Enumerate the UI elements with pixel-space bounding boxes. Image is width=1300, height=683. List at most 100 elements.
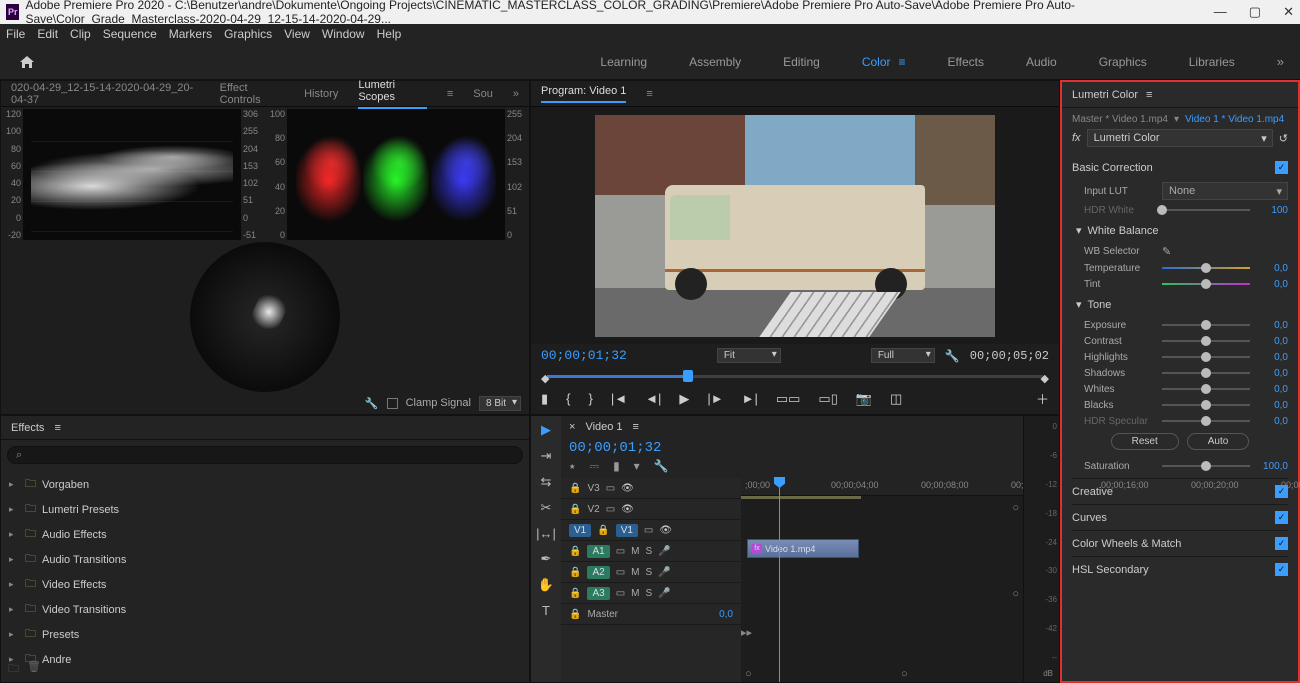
preset-folder[interactable]: ▸🗀Vorgaben bbox=[9, 472, 521, 497]
ws-effects[interactable]: Effects bbox=[948, 55, 984, 69]
curves-section[interactable]: Curves bbox=[1072, 512, 1107, 524]
tint-slider[interactable] bbox=[1162, 278, 1250, 290]
ws-color-menu-icon[interactable]: ≡ bbox=[899, 55, 906, 69]
work-area[interactable] bbox=[741, 496, 861, 499]
eye-icon[interactable]: 👁 bbox=[621, 504, 634, 515]
ws-graphics[interactable]: Graphics bbox=[1099, 55, 1147, 69]
in-icon[interactable]: { bbox=[566, 391, 570, 406]
ws-editing[interactable]: Editing bbox=[783, 55, 820, 69]
lock-icon[interactable]: 🔒 bbox=[569, 483, 581, 494]
sequence-tab[interactable]: Video 1 bbox=[585, 421, 622, 433]
hsl-section[interactable]: HSL Secondary bbox=[1072, 564, 1149, 576]
saturation-slider[interactable] bbox=[1162, 460, 1250, 472]
preset-folder[interactable]: ▸🗀Lumetri Presets bbox=[9, 497, 521, 522]
program-viewer[interactable] bbox=[595, 115, 995, 337]
track-v2[interactable]: 🔒V2▭👁 bbox=[561, 499, 741, 520]
input-lut-select[interactable]: None bbox=[1162, 182, 1288, 200]
lift-icon[interactable]: ▭▭ bbox=[776, 391, 801, 407]
type-tool-icon[interactable]: T bbox=[542, 603, 550, 618]
track-v1[interactable]: V1🔒V1▭👁 bbox=[561, 520, 741, 541]
contrast-value[interactable]: 0,0 bbox=[1258, 336, 1288, 347]
new-bin-icon[interactable]: 🗀 bbox=[8, 660, 19, 679]
twirl-icon[interactable]: ▾ bbox=[1076, 224, 1082, 237]
snap-icon[interactable]: ⭑ bbox=[569, 459, 575, 474]
tab-sou[interactable]: Sou bbox=[473, 88, 493, 100]
master-clip[interactable]: Master * Video 1.mp4 bbox=[1072, 114, 1168, 125]
reset-button[interactable]: Reset bbox=[1111, 433, 1179, 450]
compare-icon[interactable]: ◫ bbox=[890, 391, 902, 407]
marker-icon[interactable]: ▮ bbox=[541, 391, 548, 407]
zoom-handle[interactable]: ○ bbox=[901, 668, 908, 680]
track-v3[interactable]: 🔒V3▭👁 bbox=[561, 478, 741, 499]
preset-folder[interactable]: ▸🗀Andre bbox=[9, 647, 521, 672]
wrench-icon[interactable]: 🔧 bbox=[654, 459, 669, 474]
twirl-icon[interactable]: ▾ bbox=[1076, 298, 1082, 311]
tab-close-icon[interactable]: × bbox=[569, 421, 575, 433]
exposure-slider[interactable] bbox=[1162, 319, 1250, 331]
ws-assembly[interactable]: Assembly bbox=[689, 55, 741, 69]
menu-view[interactable]: View bbox=[284, 27, 310, 41]
home-icon[interactable] bbox=[16, 53, 38, 71]
minimize-button[interactable]: — bbox=[1214, 4, 1227, 20]
contrast-slider[interactable] bbox=[1162, 335, 1250, 347]
track-select-tool-icon[interactable]: ⇥ bbox=[541, 448, 552, 464]
ws-color[interactable]: Color bbox=[862, 55, 891, 69]
pen-tool-icon[interactable]: ✒ bbox=[541, 551, 552, 567]
settings-icon[interactable]: ▾ bbox=[634, 459, 640, 474]
lock-icon[interactable]: 🔒 bbox=[569, 546, 581, 557]
track-a2[interactable]: 🔒A2▭MS🎤 bbox=[561, 562, 741, 583]
blacks-value[interactable]: 0,0 bbox=[1258, 400, 1288, 411]
sync-icon[interactable]: ▭ bbox=[616, 567, 625, 578]
delete-icon[interactable]: 🗑 bbox=[27, 660, 41, 679]
mic-icon[interactable]: 🎤 bbox=[658, 567, 670, 578]
go-out-icon[interactable]: ►| bbox=[742, 391, 758, 406]
playhead[interactable] bbox=[779, 478, 780, 682]
selection-tool-icon[interactable]: ▶ bbox=[541, 422, 551, 438]
whites-slider[interactable] bbox=[1162, 383, 1250, 395]
menu-markers[interactable]: Markers bbox=[169, 27, 212, 41]
lock-icon[interactable]: 🔒 bbox=[597, 525, 609, 536]
menu-edit[interactable]: Edit bbox=[37, 27, 58, 41]
basic-correction-checkbox[interactable]: ✓ bbox=[1275, 161, 1288, 174]
blacks-slider[interactable] bbox=[1162, 399, 1250, 411]
effects-search[interactable]: ⌕ bbox=[7, 446, 523, 464]
highlights-value[interactable]: 0,0 bbox=[1258, 352, 1288, 363]
camera-icon[interactable]: 📷 bbox=[856, 391, 872, 407]
lock-icon[interactable]: 🔒 bbox=[569, 504, 581, 515]
lock-icon[interactable]: 🔒 bbox=[569, 609, 581, 620]
seq-clip[interactable]: Video 1 * Video 1.mp4 bbox=[1185, 114, 1284, 125]
program-timecode[interactable]: 00;00;01;32 bbox=[541, 348, 627, 363]
preset-folder[interactable]: ▸🗀Audio Effects bbox=[9, 522, 521, 547]
step-back-icon[interactable]: ◄| bbox=[645, 391, 661, 406]
ws-learning[interactable]: Learning bbox=[600, 55, 647, 69]
menu-graphics[interactable]: Graphics bbox=[224, 27, 272, 41]
color-wheels-section[interactable]: Color Wheels & Match bbox=[1072, 538, 1181, 550]
linked-icon[interactable]: ⎓ bbox=[589, 459, 599, 474]
track-a3[interactable]: 🔒A3▭MS🎤 bbox=[561, 583, 741, 604]
tab-lumetri-scopes[interactable]: Lumetri Scopes bbox=[358, 79, 427, 109]
extract-icon[interactable]: ▭▯ bbox=[818, 391, 837, 407]
timeline-timecode[interactable]: 00;00;01;32 bbox=[569, 440, 1015, 456]
menu-file[interactable]: File bbox=[6, 27, 25, 41]
eye-icon[interactable]: 👁 bbox=[659, 525, 672, 536]
clamp-checkbox[interactable] bbox=[387, 398, 398, 409]
shadows-slider[interactable] bbox=[1162, 367, 1250, 379]
slip-tool-icon[interactable]: |↔| bbox=[536, 526, 556, 541]
temperature-value[interactable]: 0,0 bbox=[1258, 263, 1288, 274]
lock-icon[interactable]: 🔒 bbox=[569, 567, 581, 578]
chevron-down-icon[interactable]: ▾ bbox=[1174, 114, 1179, 125]
menu-help[interactable]: Help bbox=[377, 27, 402, 41]
program-title[interactable]: Program: Video 1 bbox=[541, 85, 626, 103]
step-fwd-icon[interactable]: |► bbox=[707, 391, 723, 406]
tab-effect-controls[interactable]: Effect Controls bbox=[220, 82, 285, 106]
auto-button[interactable]: Auto bbox=[1187, 433, 1250, 450]
wrench-icon[interactable]: 🔧 bbox=[945, 349, 960, 363]
track-master[interactable]: 🔒Master0,0 bbox=[561, 604, 741, 625]
reset-icon[interactable]: ↺ bbox=[1279, 132, 1288, 145]
preset-folder[interactable]: ▸🗀Video Effects bbox=[9, 572, 521, 597]
sync-icon[interactable]: ▭ bbox=[644, 525, 653, 536]
menu-clip[interactable]: Clip bbox=[70, 27, 91, 41]
scroll-handle[interactable]: ○ bbox=[1012, 588, 1019, 600]
sync-icon[interactable]: ▭ bbox=[606, 483, 615, 494]
scroll-handle[interactable]: ○ bbox=[1012, 502, 1019, 514]
